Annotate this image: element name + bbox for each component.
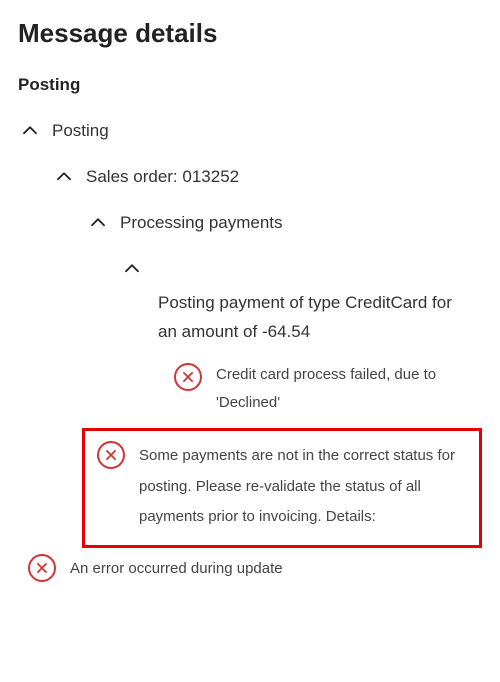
chevron-up-icon[interactable]	[18, 119, 42, 143]
message-details-panel: Message details Posting Posting Sales or…	[0, 0, 500, 592]
tree-node-label: Sales order: 013252	[86, 167, 239, 187]
error-text: Some payments are not in the correct sta…	[139, 441, 469, 533]
tree-node-posting-payment[interactable]	[120, 257, 482, 281]
error-icon	[97, 441, 125, 469]
error-message-payment-status: Some payments are not in the correct sta…	[97, 441, 469, 533]
highlighted-error-box: Some payments are not in the correct sta…	[82, 428, 482, 548]
tree-node-label: Posting	[52, 121, 109, 141]
tree-node-posting[interactable]: Posting	[18, 119, 482, 143]
section-subhead: Posting	[18, 75, 482, 95]
page-title: Message details	[18, 18, 482, 49]
error-message-update-failed: An error occurred during update	[28, 554, 482, 582]
error-message-declined: Credit card process failed, due to 'Decl…	[174, 361, 482, 418]
tree-node-payment-detail: Posting payment of type CreditCard for a…	[158, 289, 482, 347]
error-icon	[174, 363, 202, 391]
tree-node-label: Processing payments	[120, 213, 283, 233]
chevron-up-icon[interactable]	[52, 165, 76, 189]
error-text: An error occurred during update	[70, 560, 283, 577]
chevron-up-icon[interactable]	[86, 211, 110, 235]
tree-node-sales-order[interactable]: Sales order: 013252	[52, 165, 482, 189]
chevron-up-icon[interactable]	[120, 257, 144, 281]
error-icon	[28, 554, 56, 582]
error-text: Credit card process failed, due to 'Decl…	[216, 361, 472, 418]
tree-node-processing-payments[interactable]: Processing payments	[86, 211, 482, 235]
